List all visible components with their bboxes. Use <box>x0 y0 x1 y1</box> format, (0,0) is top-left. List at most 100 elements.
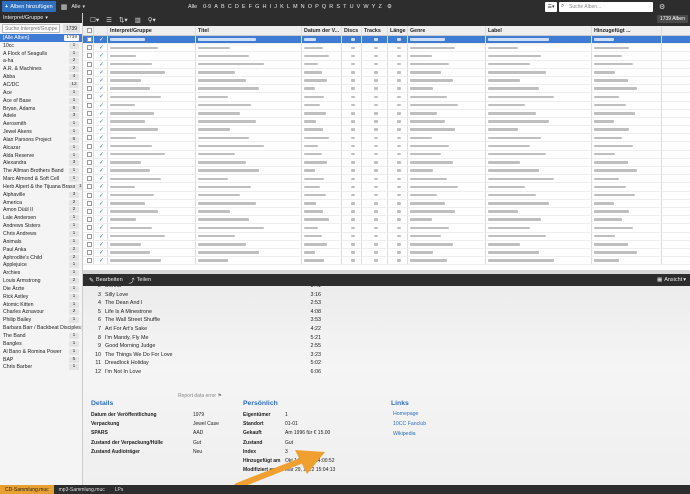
row-checkbox[interactable] <box>87 102 92 108</box>
row-checkbox-cell[interactable] <box>83 175 94 183</box>
column-header[interactable]: Label <box>486 26 592 35</box>
row-checkbox[interactable] <box>87 217 92 223</box>
sidebar-item[interactable]: Louis Armstrong 2 <box>0 277 82 285</box>
track-row[interactable]: 10 The Things We Do For Love 3:23 <box>91 350 321 359</box>
table-row[interactable]: ✓ <box>83 232 690 241</box>
column-header[interactable]: Genre <box>408 26 486 35</box>
alpha-letter[interactable]: K <box>280 4 284 10</box>
alpha-letter[interactable]: L <box>287 4 290 10</box>
row-checkbox-cell[interactable] <box>83 126 94 134</box>
table-row[interactable]: ✓ <box>83 109 690 118</box>
external-link[interactable]: Homepage <box>393 411 418 417</box>
row-checkbox[interactable] <box>87 86 92 92</box>
sidebar-item[interactable]: Abba 4 <box>0 73 82 81</box>
add-albums-button[interactable]: + Alben hinzufügen <box>2 1 56 12</box>
sidebar-item[interactable]: Andrews Sisters 1 <box>0 222 82 230</box>
alpha-letter[interactable]: C <box>228 4 232 10</box>
search-menu-button[interactable]: ☰▾ <box>545 1 557 12</box>
row-checkbox-cell[interactable] <box>83 101 94 109</box>
row-checkbox[interactable] <box>87 135 92 141</box>
table-row[interactable]: ✓ <box>83 224 690 233</box>
column-header[interactable]: Tracks <box>362 26 388 35</box>
collection-tab[interactable]: CD-Sammlung.muc <box>0 485 54 494</box>
row-checkbox-cell[interactable] <box>83 60 94 68</box>
table-row[interactable]: ✓ <box>83 36 690 45</box>
row-checkbox[interactable] <box>87 176 92 182</box>
row-checkbox[interactable] <box>87 118 92 124</box>
row-checkbox-cell[interactable] <box>83 117 94 126</box>
sidebar-item[interactable]: Rick Astley 1 <box>0 293 82 301</box>
sidebar-item[interactable]: America 2 <box>0 199 82 207</box>
row-checkbox-cell[interactable] <box>83 248 94 257</box>
share-button[interactable]: ⤴ Teilen <box>129 276 151 285</box>
header-checkbox-col[interactable] <box>83 26 94 35</box>
row-checkbox-cell[interactable] <box>83 199 94 207</box>
columns-icon[interactable]: ▥ <box>135 16 141 24</box>
sidebar-item[interactable]: Charles Aznavour 2 <box>0 309 82 317</box>
row-checkbox-cell[interactable] <box>83 76 94 85</box>
table-row[interactable]: ✓ <box>83 175 690 184</box>
row-checkbox-cell[interactable] <box>83 85 94 93</box>
alpha-letter[interactable]: M <box>293 4 298 10</box>
sidebar-search-input[interactable]: Suche Interpret/Gruppe <box>2 24 60 33</box>
column-header[interactable]: Discs <box>342 26 362 35</box>
alpha-letter[interactable]: O <box>308 4 312 10</box>
row-checkbox[interactable] <box>87 200 92 206</box>
sidebar-item[interactable]: Al Bano & Romina Power 1 <box>0 348 82 356</box>
sidebar-item[interactable]: A.R. & Machines 2 <box>0 65 82 73</box>
sidebar-item[interactable]: Chris Andrews 1 <box>0 230 82 238</box>
alpha-letter[interactable]: D <box>235 4 239 10</box>
alpha-letter[interactable]: V <box>357 4 361 10</box>
table-row[interactable]: ✓ <box>83 240 690 249</box>
sidebar-item[interactable]: Paul Anka 2 <box>0 246 82 254</box>
row-checkbox[interactable] <box>87 69 92 75</box>
row-checkbox-cell[interactable] <box>83 240 94 248</box>
row-checkbox-cell[interactable] <box>83 44 94 52</box>
column-header[interactable]: Länge <box>388 26 408 35</box>
table-row[interactable]: ✓ <box>83 60 690 69</box>
sidebar-item[interactable]: Chris Barber 1 <box>0 363 82 371</box>
row-checkbox[interactable] <box>87 143 92 149</box>
sidebar-item[interactable]: Lale Andersen 1 <box>0 214 82 222</box>
table-row[interactable]: ✓ <box>83 93 690 102</box>
table-row[interactable]: ✓ <box>83 183 690 192</box>
row-checkbox[interactable] <box>87 37 92 43</box>
row-checkbox[interactable] <box>87 78 92 84</box>
collection-tab[interactable]: LPs <box>110 485 129 494</box>
table-row[interactable]: ✓ <box>83 257 690 266</box>
sidebar-item[interactable]: Aphrodite's Child 2 <box>0 254 82 262</box>
alpha-letter[interactable]: F <box>249 4 252 10</box>
row-checkbox[interactable] <box>87 241 92 247</box>
search-input[interactable]: ⌕ Suche Alben... <box>559 1 653 12</box>
alpha-letter[interactable]: Z <box>378 4 381 10</box>
table-row[interactable]: ✓ <box>83 126 690 135</box>
alpha-letter[interactable]: A <box>214 4 218 10</box>
sidebar-item[interactable]: Animals 1 <box>0 238 82 246</box>
column-header[interactable]: Titel <box>196 26 302 35</box>
row-checkbox[interactable] <box>87 258 92 264</box>
row-checkbox-cell[interactable] <box>83 191 94 199</box>
sidebar-item[interactable]: A Flock of Seagulls 1 <box>0 50 82 58</box>
sidebar-item[interactable]: Adele 3 <box>0 112 82 120</box>
track-row[interactable]: 9 Good Morning Judge 2:55 <box>91 342 321 351</box>
grid-view-icon[interactable]: ▦ <box>61 3 68 11</box>
row-checkbox[interactable] <box>87 233 92 239</box>
table-row[interactable]: ✓ <box>83 76 690 86</box>
table-row[interactable]: ✓ <box>83 150 690 159</box>
sidebar-item[interactable]: Archies 1 <box>0 269 82 277</box>
view-button[interactable]: ▦ Ansicht ▾ <box>657 277 686 283</box>
sidebar-item[interactable]: AC/DC 12 <box>0 81 82 89</box>
row-checkbox[interactable] <box>87 45 92 51</box>
checkbox-menu-icon[interactable]: ☐▾ <box>90 16 99 24</box>
external-link[interactable]: 10CC Fanclub <box>393 421 426 427</box>
sidebar-item[interactable]: The Allman Brothers Band 1 <box>0 167 82 175</box>
track-row[interactable]: 7 Art For Art's Sake 4:22 <box>91 325 321 334</box>
alpha-all[interactable]: Alle <box>188 4 197 10</box>
sidebar-item[interactable]: Philip Bailey 1 <box>0 316 82 324</box>
alpha-letter[interactable]: N <box>301 4 305 10</box>
alpha-letter[interactable]: Q <box>322 4 326 10</box>
external-link[interactable]: Wikipedia <box>393 431 416 437</box>
row-checkbox[interactable] <box>87 192 92 198</box>
alpha-letter[interactable]: E <box>242 4 246 10</box>
row-checkbox[interactable] <box>87 184 92 190</box>
